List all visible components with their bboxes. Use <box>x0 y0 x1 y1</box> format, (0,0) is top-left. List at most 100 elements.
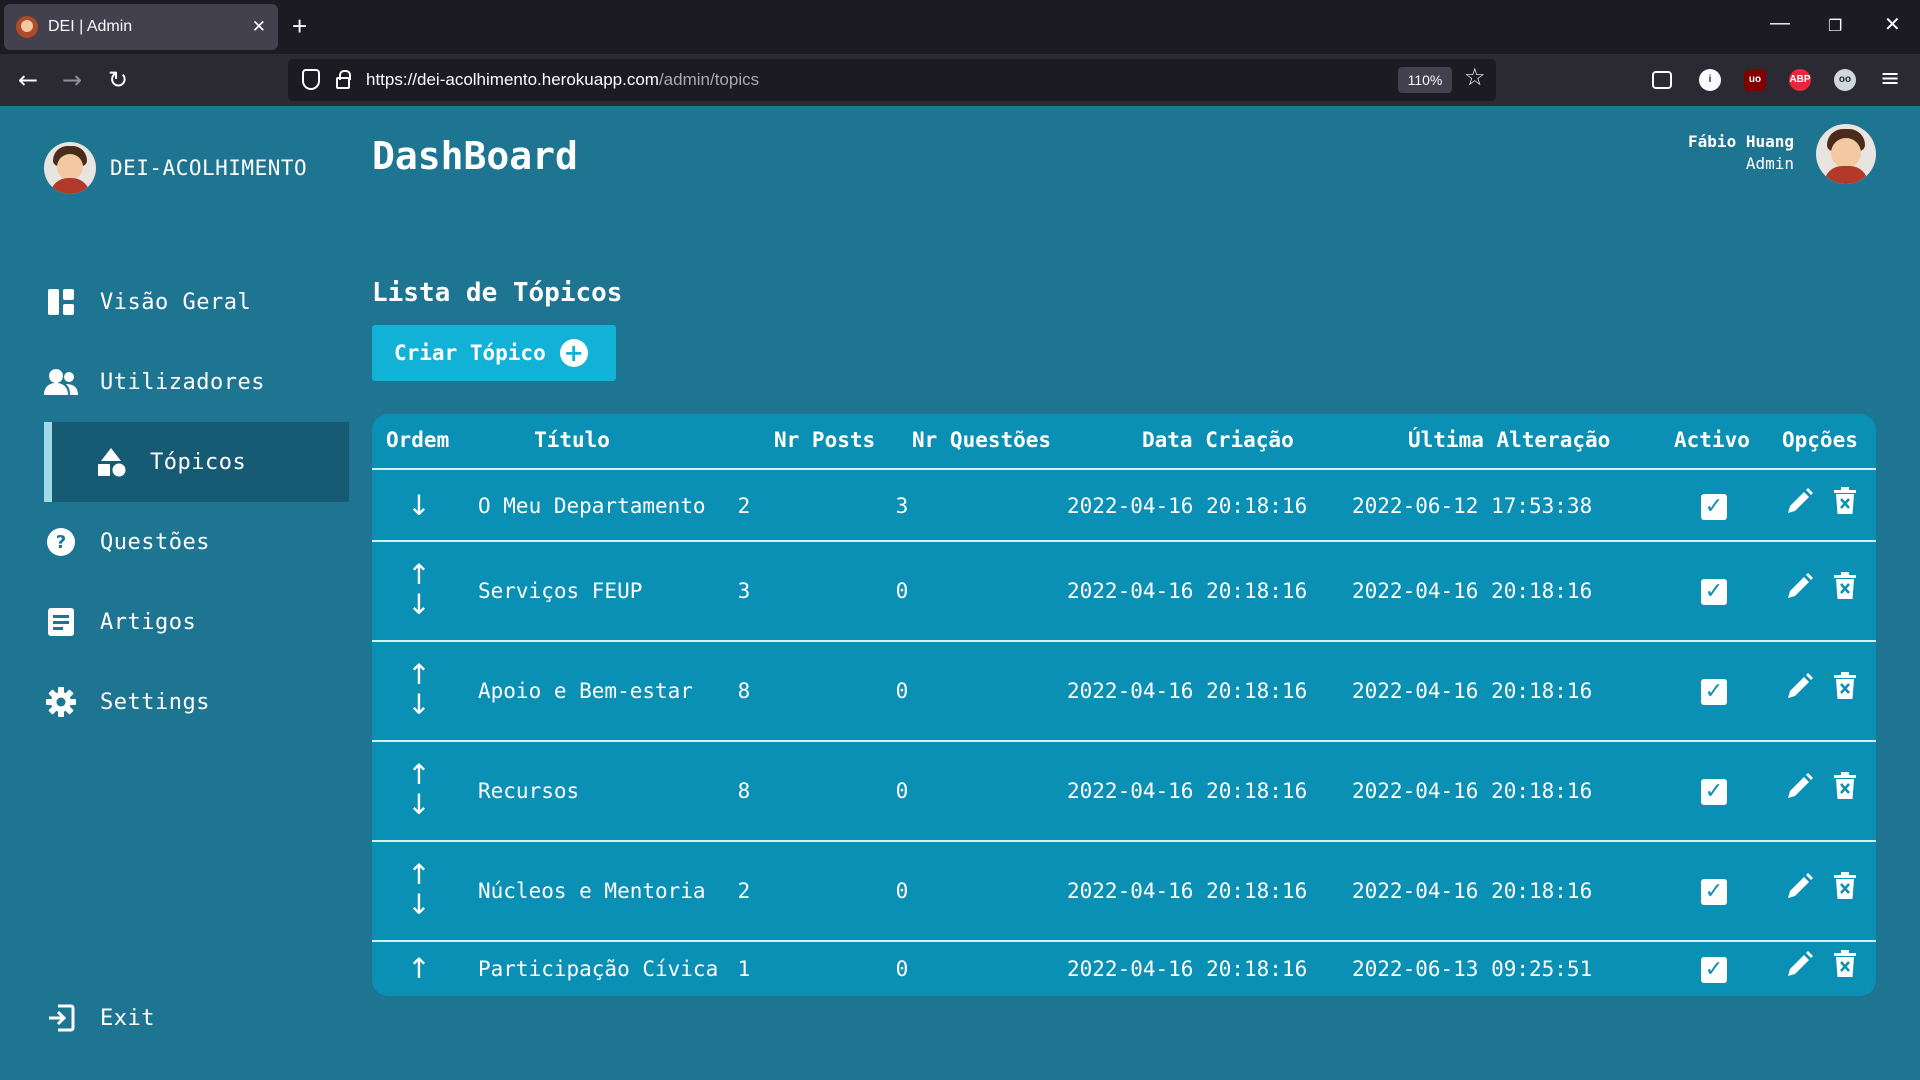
topic-title: Serviços FEUP <box>478 579 643 603</box>
order-controls: ↑ ↓ <box>400 760 438 820</box>
sidebar-item-visao-geral[interactable]: Visão Geral <box>44 262 349 342</box>
info-extension-icon[interactable]: i <box>1699 69 1721 91</box>
move-up-icon[interactable]: ↑ <box>407 760 430 790</box>
users-icon <box>44 365 78 399</box>
sidebar-item-settings[interactable]: Settings <box>44 662 349 742</box>
sidebar-item-label: Visão Geral <box>100 289 252 315</box>
url-bar[interactable]: https://dei-acolhimento.herokuapp.com/ad… <box>288 59 1496 101</box>
delete-icon[interactable] <box>1833 672 1857 700</box>
table-row: ↑ ↓ Núcleos e Mentoria 2 0 2022-04-16 20:18:1… <box>372 842 1876 942</box>
user-role: Admin <box>1745 154 1794 173</box>
questions-count: 0 <box>895 679 909 703</box>
question-icon: ? <box>44 525 78 559</box>
move-down-icon[interactable]: ↓ <box>407 491 430 521</box>
adblock-plus-icon[interactable]: ABP <box>1789 69 1811 91</box>
lock-icon[interactable] <box>336 70 351 89</box>
active-checkbox[interactable]: ✓ <box>1701 679 1727 705</box>
created-date: 2022-04-16 20:18:16 <box>1067 579 1308 603</box>
avatar[interactable] <box>1816 124 1876 184</box>
svg-text:?: ? <box>56 532 66 553</box>
move-down-icon[interactable]: ↓ <box>407 590 430 620</box>
sidebar-item-label: Questões <box>100 529 210 555</box>
topic-title: Recursos <box>478 779 580 803</box>
new-tab-icon[interactable]: + <box>292 10 307 42</box>
favicon-icon <box>16 16 38 38</box>
back-icon[interactable]: ← <box>18 66 38 94</box>
sidebar-item-artigos[interactable]: Artigos <box>44 582 349 662</box>
topic-title: Núcleos e Mentoria <box>478 879 706 903</box>
updated-date: 2022-04-16 20:18:16 <box>1352 679 1593 703</box>
close-window-icon[interactable]: ✕ <box>1884 12 1901 37</box>
posts-count: 8 <box>737 779 751 803</box>
brand[interactable]: DEI-ACOLHIMENTO <box>44 142 307 194</box>
updated-date: 2022-06-12 17:53:38 <box>1352 494 1593 518</box>
move-up-icon[interactable]: ↑ <box>407 953 430 984</box>
sidebar: DEI-ACOLHIMENTO Visão Geral Utilizadores… <box>0 106 350 1080</box>
order-controls: ↑ ↓ <box>400 560 438 620</box>
move-down-icon[interactable]: ↓ <box>407 890 430 920</box>
edit-icon[interactable] <box>1784 772 1814 802</box>
create-topic-button[interactable]: Criar Tópico + <box>372 325 616 381</box>
reload-icon[interactable]: ↻ <box>108 66 128 94</box>
edit-icon[interactable] <box>1784 672 1814 702</box>
delete-icon[interactable] <box>1833 949 1857 978</box>
active-checkbox[interactable]: ✓ <box>1701 956 1727 983</box>
move-down-icon[interactable]: ↓ <box>407 790 430 820</box>
delete-icon[interactable] <box>1833 487 1857 515</box>
column-header-ultima-alteracao: Última Alteração <box>1408 428 1611 452</box>
move-up-icon[interactable]: ↑ <box>407 560 430 590</box>
updated-date: 2022-04-16 20:18:16 <box>1352 879 1593 903</box>
extension-glasses-icon[interactable]: oo <box>1834 69 1856 91</box>
edit-icon[interactable] <box>1784 872 1814 902</box>
sidebar-item-label: Settings <box>100 689 210 715</box>
active-checkbox[interactable]: ✓ <box>1701 879 1727 905</box>
delete-icon[interactable] <box>1833 772 1857 800</box>
shield-icon[interactable] <box>302 69 320 90</box>
delete-icon[interactable] <box>1833 572 1857 600</box>
active-checkbox[interactable]: ✓ <box>1701 779 1727 805</box>
move-up-icon[interactable]: ↑ <box>407 660 430 690</box>
created-date: 2022-04-16 20:18:16 <box>1067 879 1308 903</box>
move-down-icon[interactable]: ↓ <box>407 690 430 720</box>
forward-icon[interactable]: → <box>62 66 82 94</box>
restore-icon[interactable]: ❐ <box>1828 16 1842 36</box>
admin-app: DEI-ACOLHIMENTO Visão Geral Utilizadores… <box>0 106 1920 1080</box>
url-text[interactable]: https://dei-acolhimento.herokuapp.com/ad… <box>366 70 759 90</box>
order-controls: ↑ ↓ <box>400 860 438 920</box>
menu-icon[interactable]: ≡ <box>1880 64 1900 92</box>
column-header-nr-posts: Nr Posts <box>774 428 876 452</box>
table-header: Ordem Título Nr Posts Nr Questões Data C… <box>372 414 1876 470</box>
topic-title: Apoio e Bem-estar <box>478 679 693 703</box>
created-date: 2022-04-16 20:18:16 <box>1067 956 1308 981</box>
active-checkbox[interactable]: ✓ <box>1701 494 1727 520</box>
sidebar-item-utilizadores[interactable]: Utilizadores <box>44 342 349 422</box>
zoom-level[interactable]: 110% <box>1398 67 1452 93</box>
exit-button[interactable]: Exit <box>44 978 349 1058</box>
close-tab-icon[interactable]: ✕ <box>252 17 266 37</box>
column-header-opcoes: Opções <box>1782 428 1858 452</box>
sidebar-item-questoes[interactable]: ? Questões <box>44 502 349 582</box>
exit-icon <box>44 1001 78 1035</box>
edit-icon[interactable] <box>1784 572 1814 602</box>
order-controls: ↑ ↓ <box>400 660 438 720</box>
tab-title: DEI | Admin <box>48 18 133 35</box>
plus-circle-icon: + <box>559 339 588 367</box>
posts-count: 2 <box>737 494 751 518</box>
table-row: ↑ ↓ Recursos 8 0 2022-04-16 20:18:16 2022-04-1… <box>372 742 1876 842</box>
browser-tab[interactable]: DEI | Admin ✕ <box>4 4 278 50</box>
bookmark-star-icon[interactable]: ☆ <box>1464 63 1486 91</box>
browser-tabbar: DEI | Admin ✕ + — ❐ ✕ <box>0 0 1920 54</box>
page-title: DashBoard <box>372 134 578 178</box>
pocket-icon[interactable] <box>1652 71 1672 89</box>
ublock-icon[interactable]: uo <box>1744 69 1766 91</box>
move-up-icon[interactable]: ↑ <box>407 860 430 890</box>
minimize-icon[interactable]: — <box>1770 12 1790 35</box>
edit-icon[interactable] <box>1784 487 1814 517</box>
updated-date: 2022-06-13 09:25:51 <box>1352 956 1593 981</box>
sidebar-item-topicos[interactable]: Tópicos <box>44 422 349 502</box>
delete-icon[interactable] <box>1833 872 1857 900</box>
posts-count: 1 <box>737 956 751 981</box>
active-checkbox[interactable]: ✓ <box>1701 579 1727 605</box>
edit-icon[interactable] <box>1784 950 1814 980</box>
sidebar-item-label: Tópicos <box>150 449 247 475</box>
